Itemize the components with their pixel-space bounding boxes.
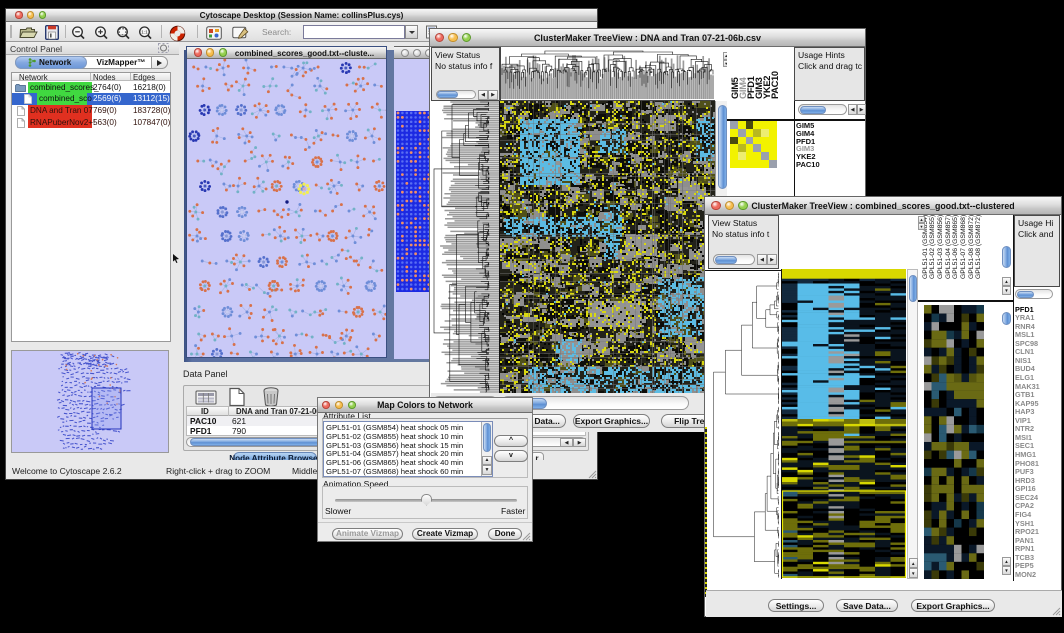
svg-text:1:1: 1:1 — [141, 30, 148, 35]
